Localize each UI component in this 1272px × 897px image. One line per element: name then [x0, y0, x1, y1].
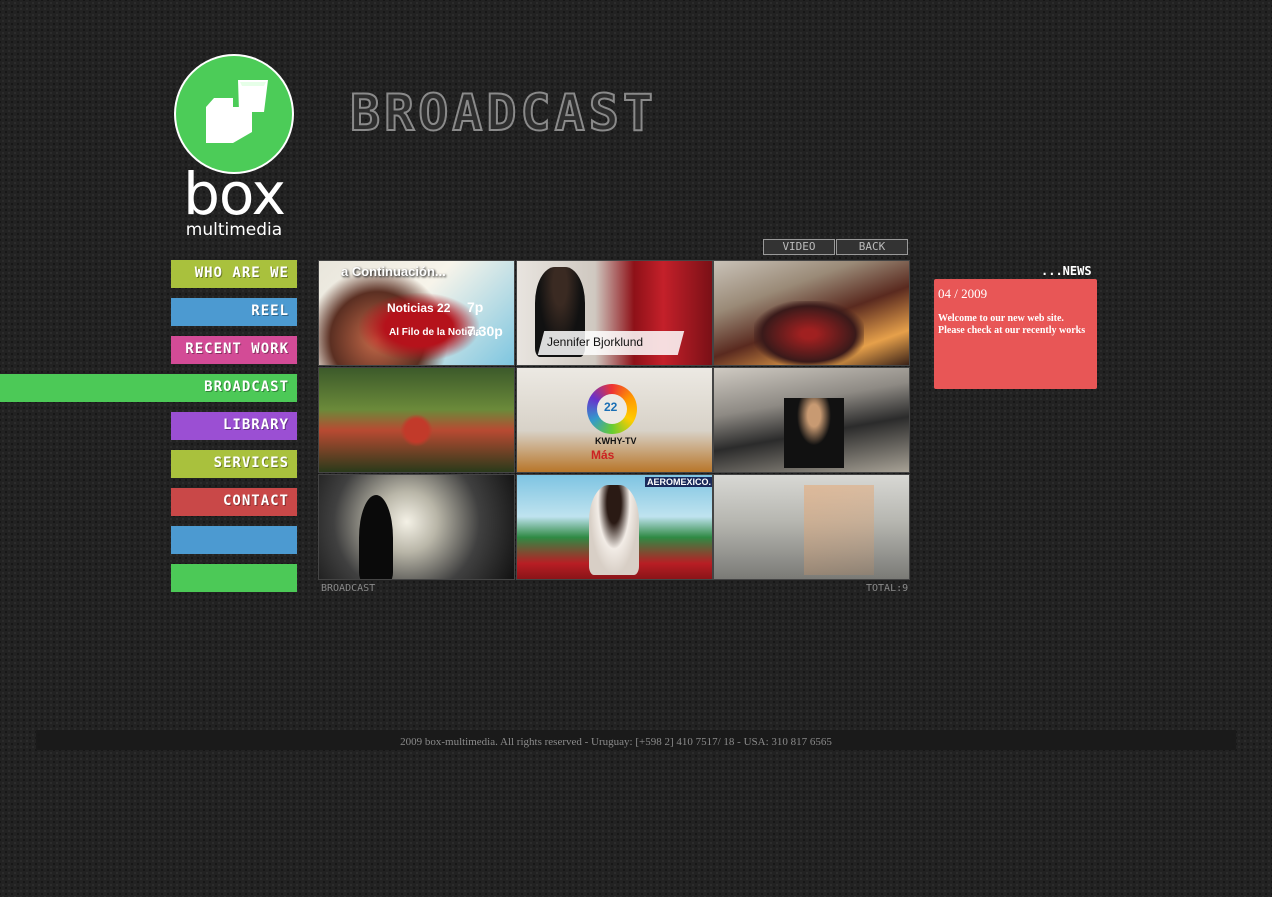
thumbnail-aeromexico[interactable]: AEROMEXICO. — [516, 474, 713, 580]
logo-circle — [176, 56, 292, 172]
cube-icon — [206, 80, 268, 143]
logo[interactable]: box multimedia — [176, 56, 292, 242]
back-button[interactable]: BACK — [836, 239, 908, 255]
page-title: BROADCAST — [349, 83, 657, 143]
logo-subtitle: multimedia — [185, 220, 283, 240]
thumb-figure — [784, 398, 844, 468]
nav-services[interactable]: SERVICES — [171, 450, 297, 478]
news-text: Welcome to our new web site. Please chec… — [938, 313, 1086, 336]
nav-broadcast[interactable]: BROADCAST — [0, 374, 297, 402]
thumb-figure — [589, 485, 639, 575]
nav-blank-green[interactable] — [171, 564, 297, 592]
logo-wordmark: box — [183, 160, 286, 228]
thumbnail-silhouette[interactable] — [318, 474, 515, 580]
thumbnail-money-rain[interactable] — [713, 367, 910, 473]
nav-contact[interactable]: CONTACT — [171, 488, 297, 516]
broadcast-gallery: a Continuación... Noticias 22 7p Al Filo… — [318, 260, 911, 580]
thumbnail-street-sketch[interactable] — [713, 474, 910, 580]
thumbnail-orchard[interactable] — [318, 367, 515, 473]
news-heading: ...NEWS — [1041, 264, 1092, 278]
nav-blank-blue[interactable] — [171, 526, 297, 554]
nav-reel[interactable]: REEL — [171, 298, 297, 326]
nav-recent-work[interactable]: RECENT WORK — [171, 336, 297, 364]
news-box[interactable]: 04 / 2009 Welcome to our new web site. P… — [934, 279, 1097, 389]
news-date: 04 / 2009 — [938, 286, 988, 301]
footer: 2009 box-multimedia. All rights reserved… — [36, 730, 1236, 750]
thumb-overlay — [804, 485, 874, 575]
nav-label: RECENT WORK — [185, 341, 289, 357]
thumb-text: 7p — [467, 299, 484, 315]
gallery-caption: BROADCAST — [321, 583, 376, 594]
nav-label: BROADCAST — [204, 379, 289, 395]
thumb-figure — [754, 301, 864, 365]
nav-library[interactable]: LIBRARY — [171, 412, 297, 440]
nav-label: CONTACT — [222, 493, 289, 509]
thumb-text: Jennifer Bjorklund — [547, 335, 644, 349]
thumb-text: AEROMEXICO. — [645, 477, 712, 487]
thumb-text: a Continuación... — [341, 264, 446, 279]
thumbnail-noticias-22[interactable]: a Continuación... Noticias 22 7p Al Filo… — [318, 260, 515, 366]
thumb-text: KWHY-TV — [595, 436, 637, 446]
thumb-text: Más — [591, 448, 615, 462]
thumb-text: 7.30p — [467, 323, 503, 339]
thumb-figure — [359, 495, 393, 579]
gallery-total: TOTAL:9 — [866, 583, 909, 594]
nav-who-are-we[interactable]: WHO ARE WE — [171, 260, 297, 288]
thumbnail-jennifer-bjorklund[interactable]: Jennifer Bjorklund — [516, 260, 713, 366]
nav-label: SERVICES — [213, 455, 289, 471]
nav-label: REEL — [251, 303, 289, 319]
nav-label: WHO ARE WE — [194, 265, 289, 281]
thumb-text: 22 — [604, 400, 618, 414]
thumbnail-masked-figures[interactable] — [713, 260, 910, 366]
thumb-text: Noticias 22 — [387, 301, 451, 315]
footer-text: 2009 box-multimedia. All rights reserved… — [400, 736, 832, 748]
video-button[interactable]: VIDEO — [763, 239, 835, 255]
thumbnail-kwhy-tv[interactable]: 22 KWHY-TV Más — [516, 367, 713, 473]
nav-label: LIBRARY — [222, 417, 289, 433]
